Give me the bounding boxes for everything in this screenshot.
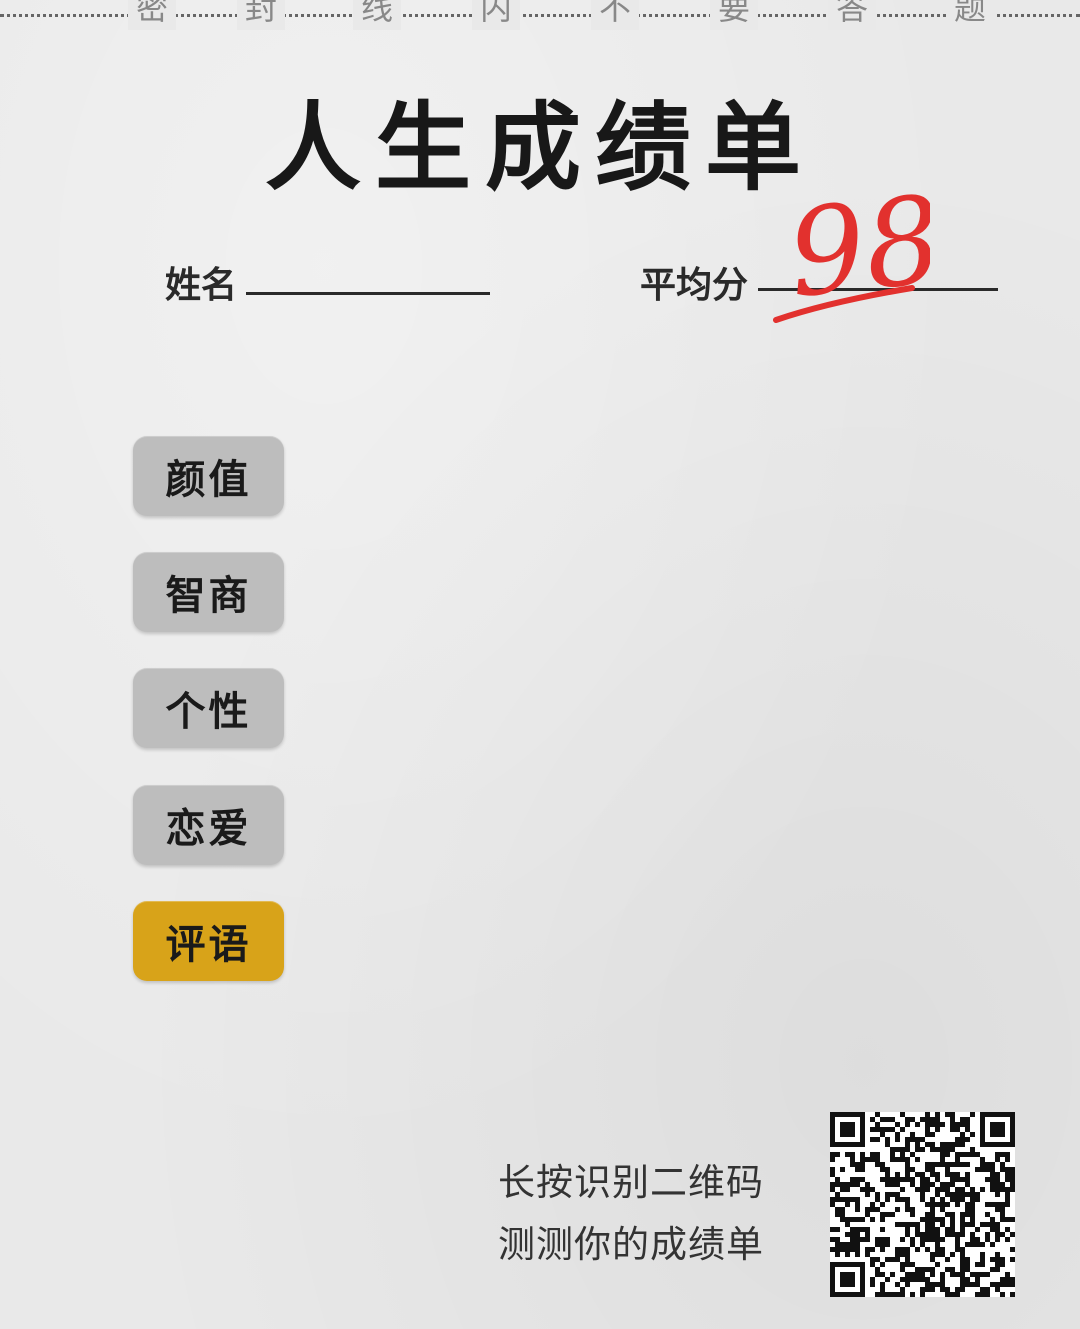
seal-char: 线 bbox=[353, 0, 402, 30]
seal-char: 不 bbox=[591, 0, 640, 30]
score-value: 98 bbox=[782, 180, 930, 325]
qr-code-graphic bbox=[830, 1112, 1015, 1297]
average-label: 平均分 bbox=[640, 264, 749, 306]
score-handwritten: 98 bbox=[773, 180, 930, 325]
name-label: 姓名 bbox=[165, 264, 238, 306]
seal-char: 答 bbox=[828, 0, 877, 30]
menu-item-personality[interactable]: 个性 bbox=[133, 668, 284, 748]
name-field-line[interactable] bbox=[246, 292, 490, 295]
seal-char: 封 bbox=[237, 0, 286, 30]
seal-char: 要 bbox=[710, 0, 759, 30]
qr-code-icon[interactable] bbox=[830, 1112, 1015, 1297]
menu-item-appearance[interactable]: 颜值 bbox=[133, 436, 284, 516]
menu-item-love[interactable]: 恋爱 bbox=[133, 785, 284, 865]
seal-char: 内 bbox=[472, 0, 521, 30]
seal-char: 题 bbox=[946, 0, 995, 30]
menu-item-iq[interactable]: 智商 bbox=[133, 552, 284, 632]
seal-line: 密 封 线 内 不 要 答 题 bbox=[0, 0, 1080, 40]
cta-line-1: 长按识别二维码 bbox=[498, 1161, 764, 1204]
menu-item-comment[interactable]: 评语 bbox=[133, 901, 284, 981]
cta-line-2: 测测你的成绩单 bbox=[498, 1223, 764, 1266]
seal-char: 密 bbox=[128, 0, 177, 30]
